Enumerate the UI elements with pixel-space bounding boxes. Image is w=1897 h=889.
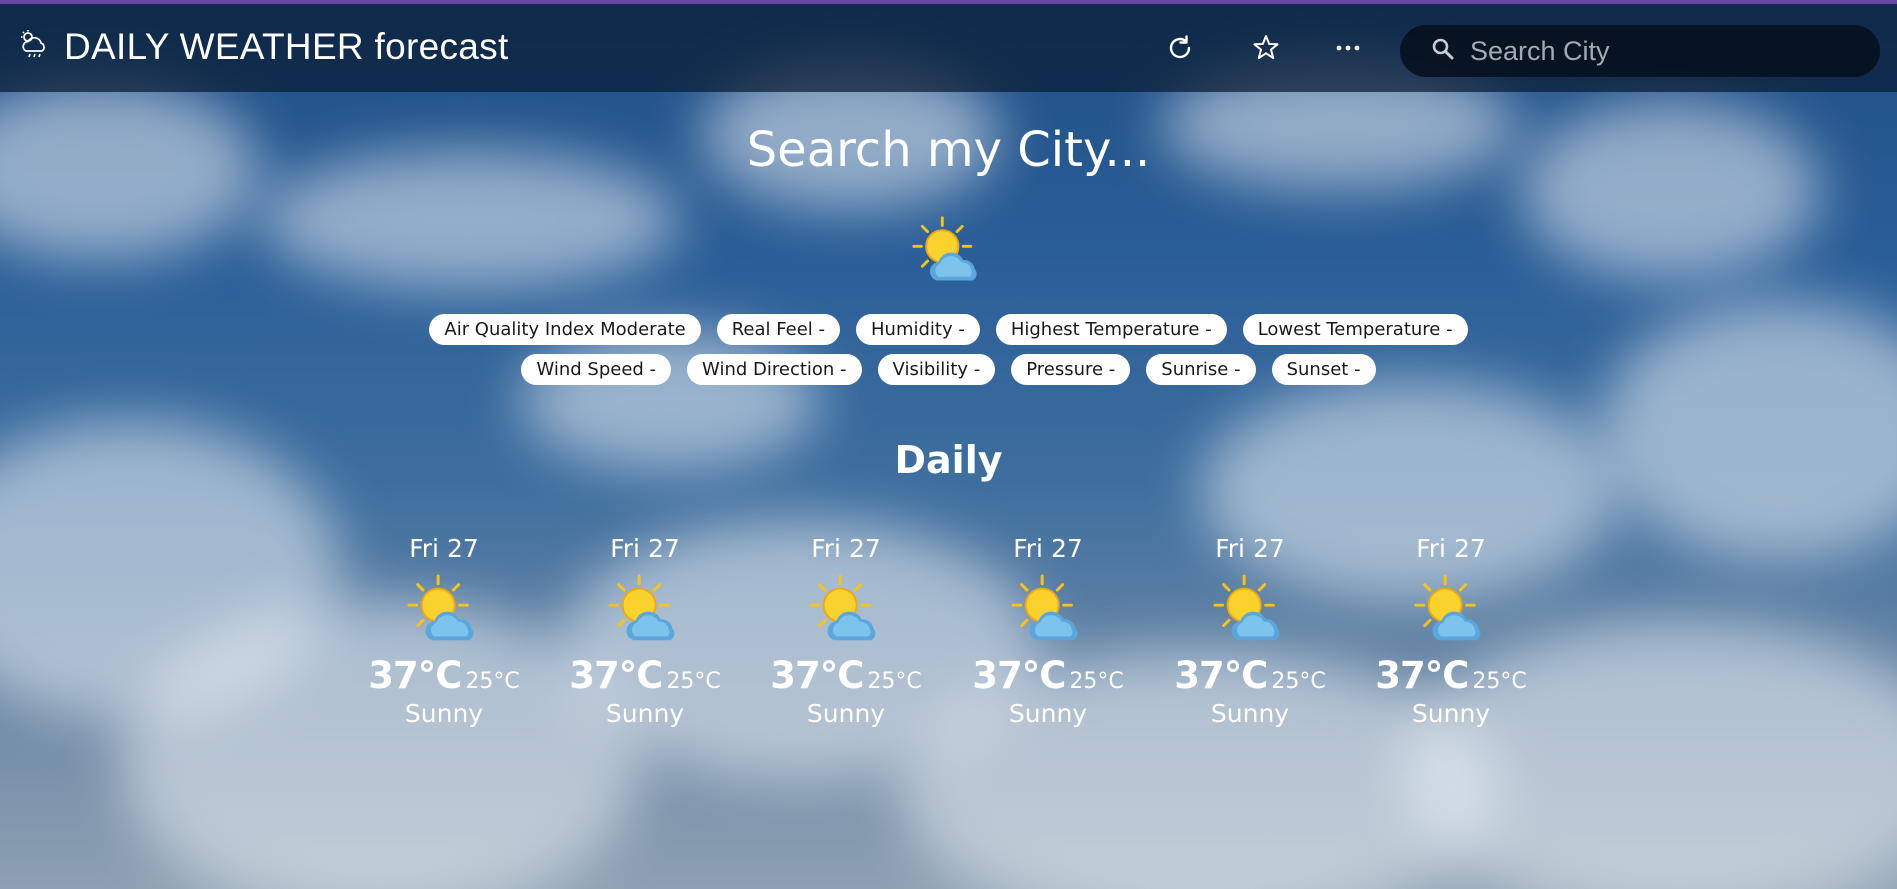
chip-highest-temperature[interactable]: Highest Temperature - xyxy=(995,314,1227,345)
day-temperatures: 37°C 25°C xyxy=(746,654,946,697)
day-condition: Sunny xyxy=(806,699,886,728)
top-bar: DAILY WEATHER forecast xyxy=(0,4,1897,92)
page-heading: Search my City... xyxy=(746,122,1151,178)
sun-behind-cloud-icon xyxy=(344,572,544,650)
day-date: Fri 27 xyxy=(409,534,479,563)
day-date: Fri 27 xyxy=(1013,534,1083,563)
day-card[interactable]: Fri 27 37°C 25°C Sunny xyxy=(344,534,544,728)
day-high-temp: 37°C xyxy=(972,654,1066,697)
day-condition: Sunny xyxy=(1210,699,1290,728)
chip-visibility[interactable]: Visibility - xyxy=(877,354,996,385)
day-low-temp: 25°C xyxy=(867,669,922,694)
day-low-temp: 25°C xyxy=(465,669,520,694)
day-condition: Sunny xyxy=(1008,699,1088,728)
sun-behind-cloud-icon xyxy=(948,572,1148,650)
weather-details-row-2: Wind Speed - Wind Direction - Visibility… xyxy=(0,354,1897,385)
day-low-temp: 25°C xyxy=(666,669,721,694)
search-icon xyxy=(1400,36,1456,66)
refresh-icon xyxy=(1163,31,1197,69)
app-brand: DAILY WEATHER forecast xyxy=(18,26,509,68)
chip-lowest-temperature[interactable]: Lowest Temperature - xyxy=(1242,314,1468,345)
chip-wind-direction[interactable]: Wind Direction - xyxy=(687,354,862,385)
chip-sunset[interactable]: Sunset - xyxy=(1271,354,1376,385)
refresh-button[interactable] xyxy=(1160,30,1200,70)
chip-real-feel[interactable]: Real Feel - xyxy=(716,314,840,345)
day-card[interactable]: Fri 27 37°C 25°C Sunny xyxy=(746,534,946,728)
daily-title: Daily xyxy=(894,438,1003,482)
day-low-temp: 25°C xyxy=(1271,669,1326,694)
day-high-temp: 37°C xyxy=(1375,654,1469,697)
day-high-temp: 37°C xyxy=(770,654,864,697)
day-card[interactable]: Fri 27 37°C 25°C Sunny xyxy=(545,534,745,728)
day-condition: Sunny xyxy=(605,699,685,728)
sun-behind-cloud-icon xyxy=(545,572,745,650)
day-temperatures: 37°C 25°C xyxy=(545,654,745,697)
day-high-temp: 37°C xyxy=(368,654,462,697)
day-condition: Sunny xyxy=(404,699,484,728)
day-card[interactable]: Fri 27 37°C 25°C Sunny xyxy=(1351,534,1551,728)
day-temperatures: 37°C 25°C xyxy=(1150,654,1350,697)
day-low-temp: 25°C xyxy=(1069,669,1124,694)
weather-app: DAILY WEATHER forecast Search City Searc… xyxy=(0,0,1897,889)
day-temperatures: 37°C 25°C xyxy=(344,654,544,697)
chip-wind-speed[interactable]: Wind Speed - xyxy=(521,354,672,385)
chip-pressure[interactable]: Pressure - xyxy=(1011,354,1131,385)
day-high-temp: 37°C xyxy=(569,654,663,697)
sun-behind-cloud-icon xyxy=(746,572,946,650)
star-icon xyxy=(1249,31,1283,69)
app-title: DAILY WEATHER forecast xyxy=(64,26,509,67)
day-date: Fri 27 xyxy=(1416,534,1486,563)
day-card[interactable]: Fri 27 37°C 25°C Sunny xyxy=(1150,534,1350,728)
more-options-button[interactable] xyxy=(1328,30,1368,70)
weather-details-row-1: Air Quality Index Moderate Real Feel - H… xyxy=(0,314,1897,345)
day-date: Fri 27 xyxy=(811,534,881,563)
daily-forecast-list: Fri 27 37°C 25°C Sunny Fri 27 37°C 25°C … xyxy=(0,534,1897,754)
day-date: Fri 27 xyxy=(1215,534,1285,563)
chip-humidity[interactable]: Humidity - xyxy=(856,314,980,345)
day-temperatures: 37°C 25°C xyxy=(1351,654,1551,697)
chip-sunrise[interactable]: Sunrise - xyxy=(1146,354,1256,385)
day-card[interactable]: Fri 27 37°C 25°C Sunny xyxy=(948,534,1148,728)
weather-cloud-icon xyxy=(18,29,50,65)
day-temperatures: 37°C 25°C xyxy=(948,654,1148,697)
sun-behind-cloud-icon xyxy=(1150,572,1350,650)
search-city-input[interactable] xyxy=(1468,34,1862,68)
more-icon xyxy=(1331,31,1365,69)
day-low-temp: 25°C xyxy=(1472,669,1527,694)
day-date: Fri 27 xyxy=(610,534,680,563)
day-high-temp: 37°C xyxy=(1174,654,1268,697)
chip-air-quality[interactable]: Air Quality Index Moderate xyxy=(429,314,701,345)
day-condition: Sunny xyxy=(1411,699,1491,728)
search-box xyxy=(1400,25,1880,77)
sun-behind-cloud-icon xyxy=(1351,572,1551,650)
favorite-button[interactable] xyxy=(1246,30,1286,70)
